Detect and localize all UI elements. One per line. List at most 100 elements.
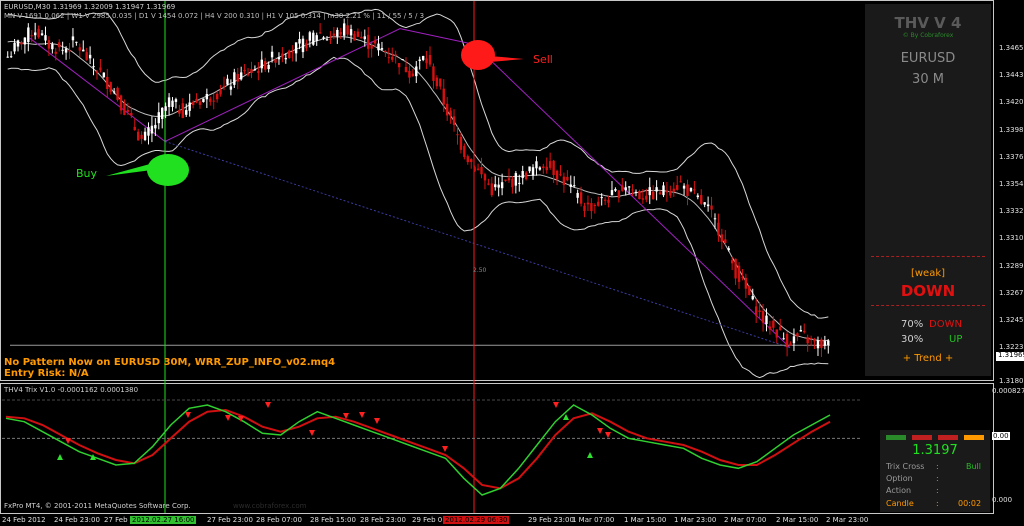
- candle-body: [816, 340, 820, 349]
- candle-body: [387, 57, 391, 59]
- candle-body: [78, 47, 82, 51]
- candle-body: [456, 134, 459, 136]
- time-tick-label: 27 Feb: [104, 516, 128, 524]
- candle-body: [700, 195, 703, 204]
- candle-body: [212, 100, 215, 102]
- candle-body: [500, 182, 504, 189]
- candle-body: [744, 277, 748, 289]
- candle-body: [511, 178, 514, 188]
- trix-bar-1: [912, 435, 932, 440]
- candle-body: [356, 31, 360, 37]
- candle-body: [332, 33, 336, 36]
- candle-body: [360, 36, 363, 39]
- candle-body: [559, 174, 562, 176]
- down-percent-label: DOWN: [929, 319, 962, 330]
- candle-body: [590, 203, 593, 212]
- candle-body: [257, 71, 260, 73]
- candle-body: [239, 72, 243, 80]
- candle-body: [411, 73, 415, 76]
- candle-body: [394, 54, 397, 56]
- candle-body: [483, 174, 487, 181]
- candle-body: [720, 234, 724, 242]
- candle-body: [658, 192, 662, 194]
- candle-body: [741, 277, 744, 279]
- candle-body: [112, 91, 116, 93]
- candle-body: [607, 199, 610, 203]
- time-tick-label: 2 Mar 23:00: [826, 516, 869, 524]
- candle-body: [95, 71, 99, 73]
- candle-sep: :: [936, 499, 939, 508]
- candle-body: [487, 183, 490, 185]
- candle-body: [329, 39, 332, 41]
- candle-body: [294, 42, 298, 54]
- candle-body: [727, 248, 730, 251]
- candle-body: [40, 33, 44, 36]
- candle-body: [645, 195, 648, 200]
- candle-body: [154, 124, 157, 129]
- candle-body: [789, 343, 792, 346]
- candle-body: [157, 112, 160, 124]
- candle-body: [494, 184, 497, 188]
- candle-body: [346, 25, 349, 35]
- candle-body: [566, 176, 569, 181]
- candle-body: [827, 340, 830, 345]
- candle-body: [603, 199, 607, 201]
- candle-body: [202, 98, 205, 103]
- candle-body: [82, 49, 85, 52]
- candle-body: [573, 185, 576, 187]
- candle-body: [689, 187, 693, 192]
- candle-body: [318, 32, 322, 34]
- candle-body: [583, 205, 586, 211]
- candle-body: [253, 69, 257, 71]
- candle-body: [9, 56, 13, 58]
- candle-body: [555, 170, 559, 180]
- candle-body: [51, 44, 54, 50]
- candle-body: [552, 160, 555, 175]
- candle-body: [380, 48, 384, 50]
- candle-body: [164, 106, 167, 111]
- candle-body: [672, 188, 675, 192]
- strength-label: [weak]: [910, 268, 946, 279]
- candle-body: [205, 93, 209, 100]
- candle-body: [99, 67, 102, 71]
- candle-body: [449, 110, 452, 116]
- thv-credit: © By Cobraforex: [902, 32, 954, 39]
- candle-body: [150, 125, 154, 134]
- candle-body: [432, 66, 435, 81]
- candle-body: [219, 89, 222, 95]
- candle-body: [185, 110, 188, 115]
- candle-body: [16, 40, 20, 47]
- candle-body: [710, 205, 713, 210]
- candle-body: [813, 338, 816, 342]
- time-tick-label: 2 Mar 07:00: [724, 516, 767, 524]
- candle-timer: 00:02: [958, 499, 982, 508]
- candle-body: [47, 40, 51, 49]
- candle-body: [751, 296, 754, 300]
- candle-body: [58, 42, 61, 48]
- candle-body: [514, 173, 518, 186]
- candle-body: [679, 181, 682, 183]
- price-tick-label: 1.32890: [999, 261, 1024, 270]
- candle-body: [463, 145, 466, 158]
- candle-body: [662, 185, 665, 196]
- candle-body: [621, 185, 624, 191]
- candle-body: [730, 260, 734, 264]
- candle-body: [779, 326, 782, 331]
- candle-body: [284, 57, 288, 60]
- candle-body: [803, 330, 806, 333]
- time-tick-label: 28 Feb 23:00: [360, 516, 406, 524]
- price-tick-label: 1.33100: [999, 234, 1024, 243]
- candle-body: [524, 172, 528, 180]
- candle-body: [507, 178, 511, 181]
- candle-body: [312, 32, 315, 45]
- candle-body: [782, 338, 785, 340]
- candle-body: [71, 36, 75, 41]
- candle-body: [250, 68, 253, 74]
- candle-body: [116, 87, 119, 100]
- candle-body: [748, 285, 751, 296]
- candle-body: [209, 98, 212, 102]
- price-tick-label: 1.32675: [999, 288, 1024, 297]
- price-tick-label: 1.33985: [999, 125, 1024, 134]
- candle-body: [195, 98, 198, 103]
- candle-body: [761, 311, 765, 323]
